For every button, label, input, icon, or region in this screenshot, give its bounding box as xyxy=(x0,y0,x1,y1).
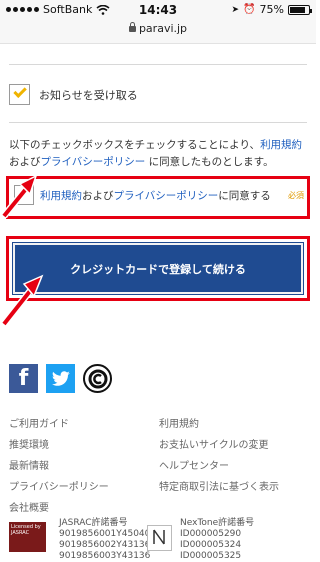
footer-link-company[interactable]: 会社概要 xyxy=(9,499,49,514)
jasrac-number: 9019856002Y43136 xyxy=(59,540,151,550)
nextone-number: ID000005290 xyxy=(180,529,242,539)
notice-checkbox[interactable] xyxy=(9,84,30,105)
check-icon xyxy=(13,84,27,98)
pointer-arrow-icon xyxy=(1,274,44,327)
footer-link-guide[interactable]: ご利用ガイド xyxy=(9,415,69,430)
battery-icon xyxy=(288,4,312,15)
terms-link[interactable]: 利用規約 xyxy=(260,139,302,151)
required-badge: 必須 xyxy=(288,191,304,200)
footer-link-commerce-law[interactable]: 特定商取引法に基づく表示 xyxy=(159,478,279,493)
desc-text: 以下のチェックボックスをチェックすることにより、 xyxy=(9,139,261,151)
footer-link-help[interactable]: ヘルプセンター xyxy=(159,457,229,472)
location-icon: ➤ xyxy=(231,4,240,15)
status-bar: SoftBank 14:43 ➤ ⏰ 75% paravi.jp xyxy=(0,0,316,44)
jasrac-title: JASRAC許諾番号 xyxy=(59,518,128,528)
jasrac-logo: Licensed by JASRAC xyxy=(9,522,46,552)
footer-link-payment-cycle[interactable]: お支払いサイクルの変更 xyxy=(159,436,269,451)
desc-suffix: に同意したものとします。 xyxy=(145,156,274,168)
url-text: paravi.jp xyxy=(138,22,188,35)
brand-logo-icon[interactable] xyxy=(83,364,112,393)
twitter-icon[interactable] xyxy=(46,364,75,393)
divider xyxy=(9,122,307,123)
battery-percent: 75% xyxy=(259,3,284,16)
footer-link-environment[interactable]: 推奨環境 xyxy=(9,436,49,451)
social-links: f xyxy=(9,364,112,393)
nextone-title: NexTone許諾番号 xyxy=(180,518,255,528)
agree-and: および xyxy=(82,189,114,202)
nextone-logo xyxy=(147,525,172,551)
notice-checkbox-row[interactable]: お知らせを受け取る xyxy=(9,84,138,105)
footer-link-terms[interactable]: 利用規約 xyxy=(159,415,199,430)
facebook-icon[interactable]: f xyxy=(9,364,38,393)
jasrac-number: 9019856001Y45040 xyxy=(59,529,151,539)
jasrac-license: JASRAC許諾番号 9019856001Y45040 9019856002Y4… xyxy=(59,518,150,562)
lock-icon xyxy=(128,22,136,32)
pointer-arrow-icon xyxy=(1,174,38,219)
agree-suffix: に同意する xyxy=(218,189,271,202)
status-icons: ➤ ⏰ 75% xyxy=(231,3,312,16)
agree-label: 利用規約およびプライバシーポリシーに同意する xyxy=(40,188,271,203)
nextone-number: ID000005324 xyxy=(180,540,242,550)
address-bar[interactable]: paravi.jp xyxy=(0,22,316,35)
agree-privacy-link[interactable]: プライバシーポリシー xyxy=(114,190,219,202)
jasrac-number: 9019856003Y43136 xyxy=(59,551,151,561)
alarm-icon: ⏰ xyxy=(243,4,256,15)
notice-label: お知らせを受け取る xyxy=(39,88,138,102)
nextone-number: ID000005325 xyxy=(180,551,242,561)
nextone-license: NexTone許諾番号 ID000005290 ID000005324 ID00… xyxy=(180,518,254,562)
footer-link-privacy[interactable]: プライバシーポリシー xyxy=(9,478,109,493)
footer-link-news[interactable]: 最新情報 xyxy=(9,457,49,472)
divider xyxy=(9,64,307,65)
